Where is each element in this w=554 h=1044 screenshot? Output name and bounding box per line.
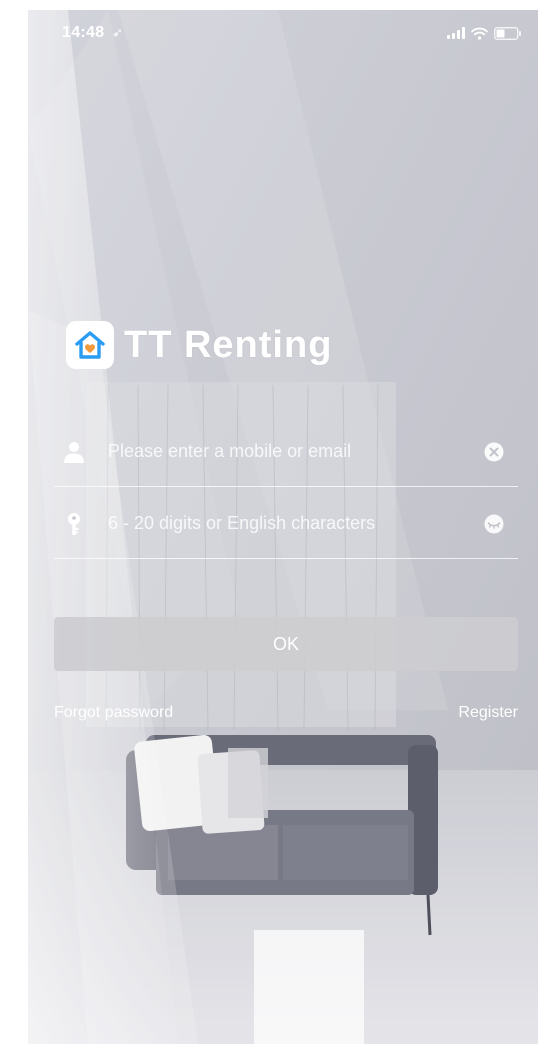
wifi-icon xyxy=(471,27,488,40)
key-icon xyxy=(68,513,80,535)
eye-closed-icon[interactable] xyxy=(484,514,504,534)
clear-icon[interactable] xyxy=(484,442,504,462)
user-icon xyxy=(64,442,84,463)
status-bar: 14:48 ➶ xyxy=(28,10,538,50)
password-field xyxy=(54,486,518,559)
ok-button[interactable]: OK xyxy=(54,617,518,671)
page: 14:48 ➶ TT Renting Please enter a mobile… xyxy=(0,0,554,1044)
password-input[interactable] xyxy=(106,504,470,542)
account-field xyxy=(54,414,518,487)
status-time: 14:48 xyxy=(62,24,105,41)
location-arrow-icon: ➶ xyxy=(112,25,123,40)
app-name: TT Renting xyxy=(124,323,333,366)
account-input[interactable] xyxy=(106,432,470,470)
phone-screen: 14:48 ➶ TT Renting Please enter a mobile… xyxy=(28,10,538,1044)
status-icons xyxy=(447,26,522,40)
forgot-password-link[interactable]: Forgot password xyxy=(54,704,173,722)
house-heart-icon xyxy=(66,321,114,369)
register-link[interactable]: Register xyxy=(458,704,518,722)
battery-icon xyxy=(494,26,521,40)
app-logo: TT Renting xyxy=(66,321,332,369)
signal-icon xyxy=(447,27,465,39)
